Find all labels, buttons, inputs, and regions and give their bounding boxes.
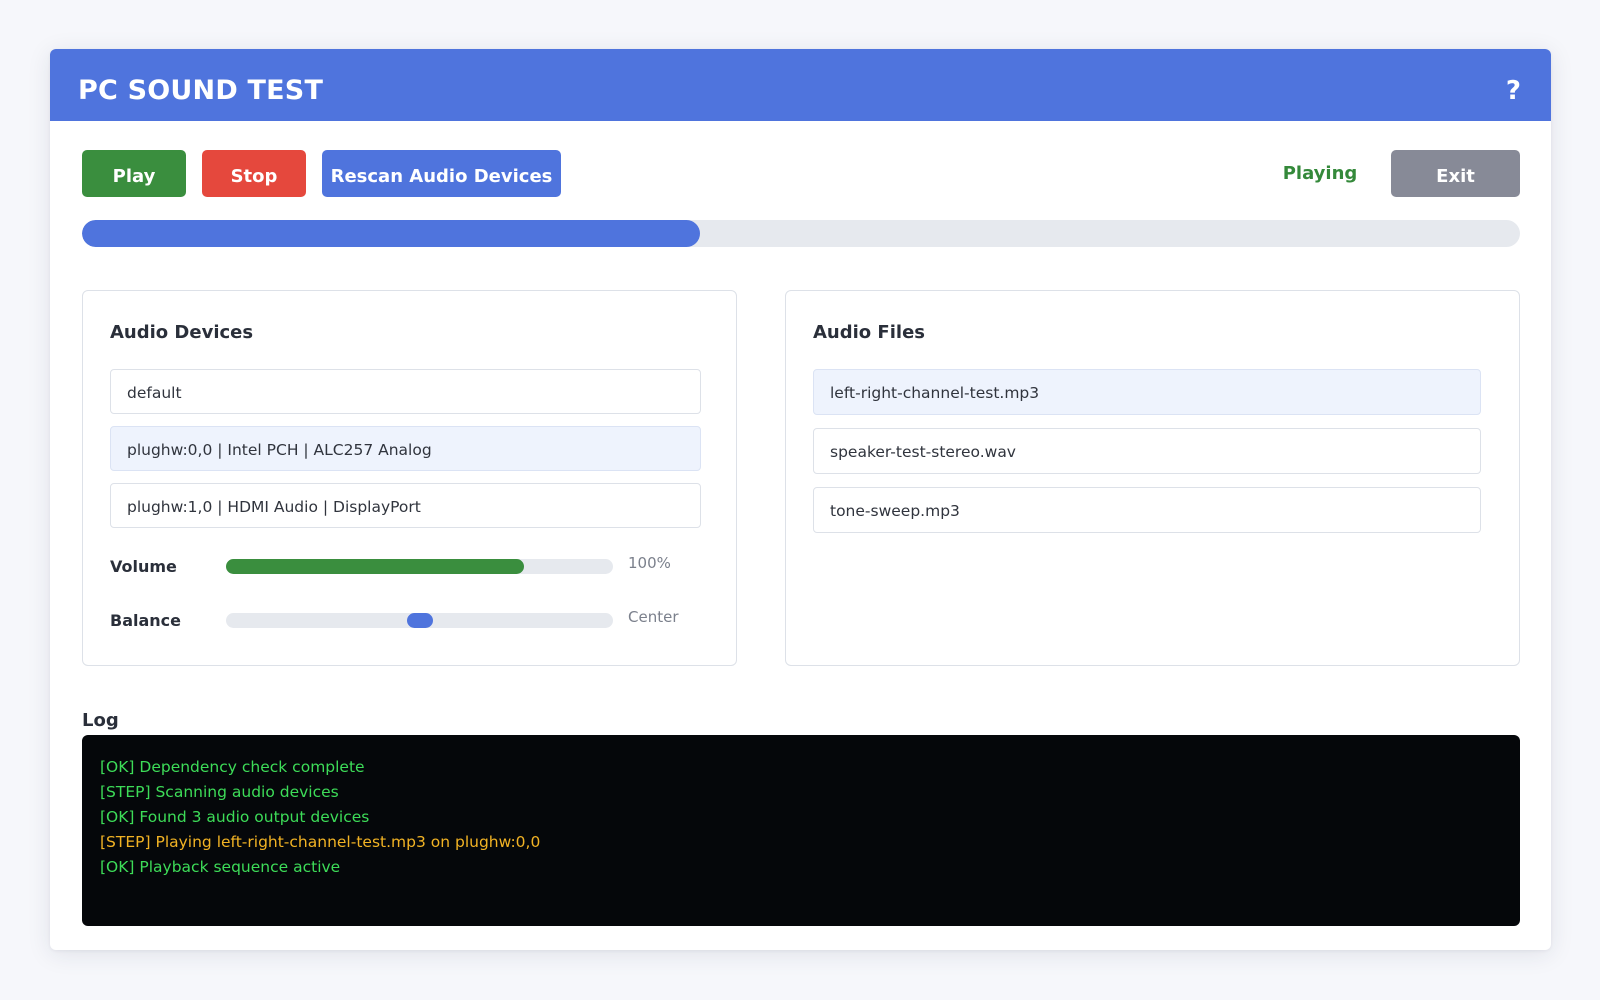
app-window: PC SOUND TEST ? Play Stop Rescan Audio D… <box>50 49 1551 950</box>
help-icon[interactable]: ? <box>1506 76 1521 106</box>
balance-label: Balance <box>110 611 181 630</box>
app-title: PC SOUND TEST <box>78 75 324 106</box>
play-button[interactable]: Play <box>82 150 186 197</box>
title-bar: PC SOUND TEST ? <box>50 49 1551 121</box>
balance-value: Center <box>628 608 679 626</box>
playback-progress-fill <box>82 220 701 247</box>
log-line: [OK] Dependency check complete <box>100 758 365 776</box>
rescan-audio-devices-button[interactable]: Rescan Audio Devices <box>322 150 561 197</box>
balance-slider[interactable] <box>226 613 613 628</box>
log-console: [OK] Dependency check complete [STEP] Sc… <box>82 735 1520 926</box>
audio-files-panel: Audio Files left-right-channel-test.mp3 … <box>785 290 1520 666</box>
balance-slider-knob[interactable] <box>406 613 433 628</box>
volume-value: 100% <box>628 554 671 572</box>
log-line: [STEP] Scanning audio devices <box>100 783 339 801</box>
volume-slider[interactable] <box>226 559 613 574</box>
playback-status: Playing <box>1282 163 1358 184</box>
file-item-tone-sweep[interactable]: tone-sweep.mp3 <box>813 487 1481 533</box>
stop-button[interactable]: Stop <box>202 150 306 197</box>
log-line: [OK] Found 3 audio output devices <box>100 808 370 826</box>
device-item-default[interactable]: default <box>110 369 701 414</box>
device-item-plughw-1-0[interactable]: plughw:1,0 | HDMI Audio | DisplayPort <box>110 483 701 528</box>
audio-files-title: Audio Files <box>813 322 925 343</box>
log-line: [OK] Playback sequence active <box>100 858 341 876</box>
playback-progress-bar <box>82 220 1520 247</box>
exit-button[interactable]: Exit <box>1391 150 1520 197</box>
volume-slider-fill <box>226 559 524 574</box>
volume-label: Volume <box>110 557 177 576</box>
file-item-left-right-channel-test[interactable]: left-right-channel-test.mp3 <box>813 369 1481 415</box>
audio-devices-panel: Audio Devices default plughw:0,0 | Intel… <box>82 290 737 666</box>
device-item-plughw-0-0[interactable]: plughw:0,0 | Intel PCH | ALC257 Analog <box>110 426 701 471</box>
log-line: [STEP] Playing left-right-channel-test.m… <box>100 833 541 851</box>
audio-devices-title: Audio Devices <box>110 322 254 343</box>
log-label: Log <box>82 710 119 731</box>
file-item-speaker-test-stereo[interactable]: speaker-test-stereo.wav <box>813 428 1481 474</box>
